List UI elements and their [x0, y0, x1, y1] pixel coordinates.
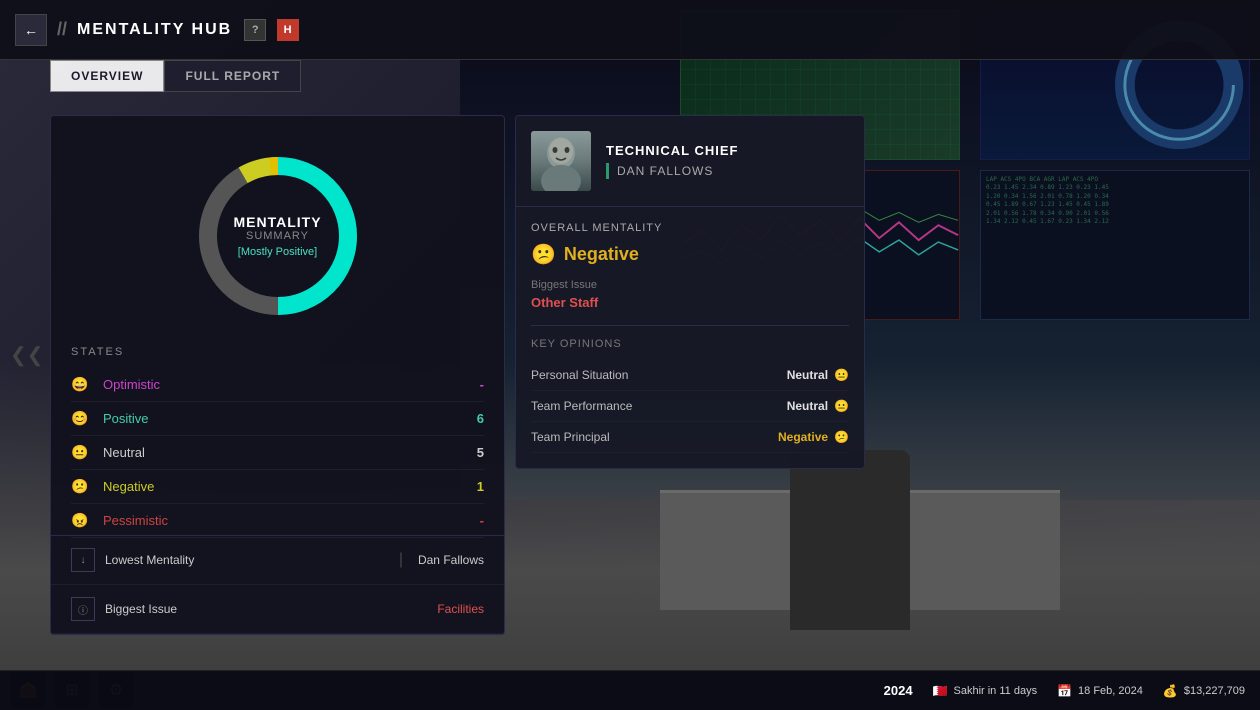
neutral-count: 5 — [469, 445, 484, 460]
character-name: DAN FALLOWS — [617, 164, 713, 178]
mentality-value: 😕 Negative — [531, 242, 849, 267]
opinion-row-team-principal: Team Principal Negative 😕 — [531, 422, 849, 453]
pessimistic-emoji: 😠 — [71, 512, 93, 529]
opinion-row-personal: Personal Situation Neutral 😐 — [531, 360, 849, 391]
positive-label: Positive — [103, 411, 469, 426]
character-role: TECHNICAL CHIEF — [606, 143, 738, 158]
opinion-team-principal-label: Team Principal — [531, 430, 778, 444]
donut-chart: MENTALITY SUMMARY [Mostly Positive] — [188, 146, 368, 326]
pessimistic-label: Pessimistic — [103, 513, 469, 528]
tabs-bar: OVERVIEW FULL REPORT — [50, 60, 301, 92]
status-location: 🇧🇭 Sakhir in 11 days — [933, 684, 1038, 698]
list-item[interactable]: 😠 Pessimistic - — [71, 504, 484, 538]
key-opinions-section: KEY OPINIONS Personal Situation Neutral … — [516, 325, 864, 453]
biggest-issue-row[interactable]: ⓘ Biggest Issue Facilities — [51, 585, 504, 634]
mentality-section: OVERALL MENTALITY 😕 Negative Biggest Iss… — [516, 207, 864, 325]
chart-area: MENTALITY SUMMARY [Mostly Positive] — [51, 116, 504, 346]
list-item[interactable]: 😐 Neutral 5 — [71, 436, 484, 470]
list-item[interactable]: 😄 Optimistic - — [71, 368, 484, 402]
neutral-label: Neutral — [103, 445, 469, 460]
lowest-mentality-icon: ↓ — [71, 548, 95, 572]
optimistic-label: Optimistic — [103, 377, 469, 392]
tab-overview[interactable]: OVERVIEW — [50, 60, 164, 92]
help-icon[interactable]: ? — [244, 19, 266, 41]
lowest-mentality-value: Dan Fallows — [418, 553, 484, 567]
left-panel: MENTALITY SUMMARY [Mostly Positive] STAT… — [50, 115, 505, 635]
biggest-issue-card-value: Other Staff — [531, 295, 849, 310]
neutral-emoji: 😐 — [71, 444, 93, 461]
opinion-personal-label: Personal Situation — [531, 368, 787, 382]
opinion-row-team-perf: Team Performance Neutral 😐 — [531, 391, 849, 422]
back-button[interactable]: ← — [15, 14, 47, 46]
status-date: 📅 18 Feb, 2024 — [1057, 684, 1143, 698]
status-year: 2024 — [884, 683, 913, 698]
flag-icon: 🇧🇭 — [933, 684, 948, 698]
biggest-issue-label: Biggest Issue — [105, 602, 427, 616]
lowest-mentality-row[interactable]: ↓ Lowest Mentality | Dan Fallows — [51, 536, 504, 585]
donut-label: MENTALITY — [233, 214, 321, 230]
positive-emoji: 😊 — [71, 410, 93, 427]
lowest-mentality-label: Lowest Mentality — [105, 553, 384, 567]
key-opinions-title: KEY OPINIONS — [531, 325, 849, 360]
header: ← // MENTALITY HUB ? H — [0, 0, 1260, 60]
donut-status: [Mostly Positive] — [233, 246, 321, 258]
character-info: TECHNICAL CHIEF DAN FALLOWS — [606, 143, 738, 179]
calendar-icon: 📅 — [1057, 684, 1072, 698]
character-header: TECHNICAL CHIEF DAN FALLOWS — [516, 116, 864, 207]
mentality-text: Negative — [564, 244, 639, 265]
list-item[interactable]: 😕 Negative 1 — [71, 470, 484, 504]
tab-full-report[interactable]: FULL REPORT — [164, 60, 301, 92]
optimistic-emoji: 😄 — [71, 376, 93, 393]
negative-emoji: 😕 — [71, 478, 93, 495]
opinion-personal-value: Neutral 😐 — [787, 368, 849, 382]
donut-sublabel: SUMMARY — [233, 230, 321, 242]
positive-count: 6 — [469, 411, 484, 426]
negative-count: 1 — [469, 479, 484, 494]
avatar-face — [531, 131, 591, 191]
biggest-issue-card-label: Biggest Issue — [531, 279, 849, 291]
donut-center: MENTALITY SUMMARY [Mostly Positive] — [233, 214, 321, 258]
avatar — [531, 131, 591, 191]
bg-chair — [790, 450, 910, 630]
opinion-team-principal-value: Negative 😕 — [778, 430, 849, 444]
states-title: STATES — [71, 346, 484, 358]
status-money: 💰 $13,227,709 — [1163, 684, 1245, 698]
money-icon: 💰 — [1163, 684, 1178, 698]
date-text: 18 Feb, 2024 — [1078, 685, 1143, 697]
lowest-mentality-divider: | — [399, 551, 403, 569]
list-item[interactable]: 😊 Positive 6 — [71, 402, 484, 436]
opinion-team-perf-value: Neutral 😐 — [787, 399, 849, 413]
negative-label: Negative — [103, 479, 469, 494]
year-value: 2024 — [884, 683, 913, 698]
header-title: MENTALITY HUB — [77, 21, 232, 39]
money-text: $13,227,709 — [1184, 685, 1245, 697]
biggest-issue-value: Facilities — [437, 602, 484, 616]
character-name-bar: DAN FALLOWS — [606, 163, 738, 179]
states-section: STATES 😄 Optimistic - 😊 Positive 6 😐 Neu… — [51, 346, 504, 538]
header-separator: // — [57, 19, 67, 40]
status-bar: 2024 🇧🇭 Sakhir in 11 days 📅 18 Feb, 2024… — [0, 670, 1260, 710]
mentality-emoji: 😕 — [531, 242, 556, 267]
hub-icon[interactable]: H — [277, 19, 299, 41]
bottom-info: ↓ Lowest Mentality | Dan Fallows ⓘ Bigge… — [51, 535, 504, 634]
name-bar-accent — [606, 163, 609, 179]
side-arrow[interactable]: ❮❮ — [10, 343, 44, 368]
pessimistic-count: - — [469, 513, 484, 528]
character-card: TECHNICAL CHIEF DAN FALLOWS OVERALL MENT… — [515, 115, 865, 469]
biggest-issue-icon: ⓘ — [71, 597, 95, 621]
bg-screen-3: LAP ACS 4PO BCA AGR LAP ACS 4PO0.23 1.45… — [980, 170, 1250, 320]
optimistic-count: - — [469, 377, 484, 392]
opinion-team-perf-label: Team Performance — [531, 399, 787, 413]
location-text: Sakhir in 11 days — [954, 685, 1038, 697]
overall-mentality-title: OVERALL MENTALITY — [531, 222, 849, 234]
